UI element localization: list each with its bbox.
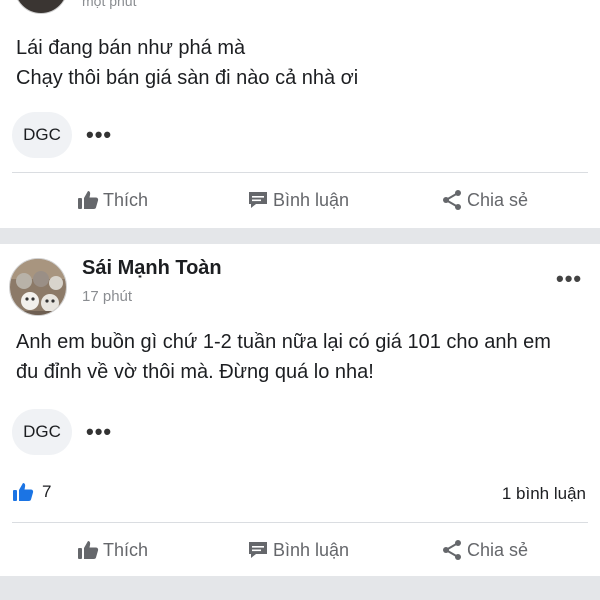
action-bar: Thích Bình luận Chia sẻ [0,528,600,572]
post-timestamp: một phút [82,0,137,9]
post-card: Sái Mạnh Toàn 17 phút ••• Anh em buồn gì… [0,244,600,576]
post-text-line: Lái đang bán như phá mà [16,37,246,59]
share-label: Chia sẻ [467,189,529,210]
share-button[interactable]: Chia sẻ [441,178,528,222]
more-options-button[interactable]: ••• [86,124,112,146]
comment-label: Bình luận [273,189,350,210]
thumbs-up-icon [78,191,99,209]
avatar[interactable] [9,258,67,316]
share-icon [443,540,461,560]
like-button[interactable]: Thích [77,178,148,222]
divider [12,522,588,523]
avatar-cats-image [10,259,66,315]
blue-like-reaction-icon [13,483,34,501]
comment-button[interactable]: Bình luận [247,178,349,222]
divider [12,172,588,173]
feed-separator [0,228,600,244]
like-button[interactable]: Thích [77,528,148,572]
action-bar: Thích Bình luận Chia sẻ [0,178,600,222]
post-body: Anh em buồn gì chứ 1-2 tuần nữa lại có g… [16,327,551,387]
post-body: Lái đang bán như phá mà Chạy thôi bán gi… [16,33,358,93]
feed-separator [0,576,600,600]
tag-row: DGC ••• [12,409,112,455]
comment-bubble-icon [249,542,267,558]
more-options-button[interactable]: ••• [86,421,112,443]
like-label: Thích [103,189,149,210]
share-icon [443,190,461,210]
post-text-line: đu đỉnh về vờ thôi mà. Đừng quá lo nha! [16,361,374,383]
like-count: 7 [42,482,52,501]
post-text-line: Anh em buồn gì chứ 1-2 tuần nữa lại có g… [16,331,551,353]
post-options-button[interactable]: ••• [556,266,582,292]
tag-row: DGC ••• [12,112,112,158]
avatar[interactable] [14,0,68,14]
reaction-summary[interactable]: 7 [12,482,51,502]
post-card: một phút Lái đang bán như phá mà Chạy th… [0,0,600,228]
news-feed: một phút Lái đang bán như phá mà Chạy th… [0,0,600,600]
comment-button[interactable]: Bình luận [247,528,349,572]
comment-label: Bình luận [273,539,350,560]
thumbs-up-icon [78,541,99,559]
stock-tag-chip[interactable]: DGC [12,112,72,158]
post-text-line: Chạy thôi bán giá sàn đi nào cả nhà ơi [16,67,359,89]
comment-bubble-icon [249,192,267,208]
share-label: Chia sẻ [467,539,529,560]
stock-tag-chip[interactable]: DGC [12,409,72,455]
post-timestamp[interactable]: 17 phút [82,288,132,305]
like-label: Thích [103,539,149,560]
share-button[interactable]: Chia sẻ [441,528,528,572]
author-name[interactable]: Sái Mạnh Toàn [82,257,222,280]
comment-count-link[interactable]: 1 bình luận [502,484,586,504]
